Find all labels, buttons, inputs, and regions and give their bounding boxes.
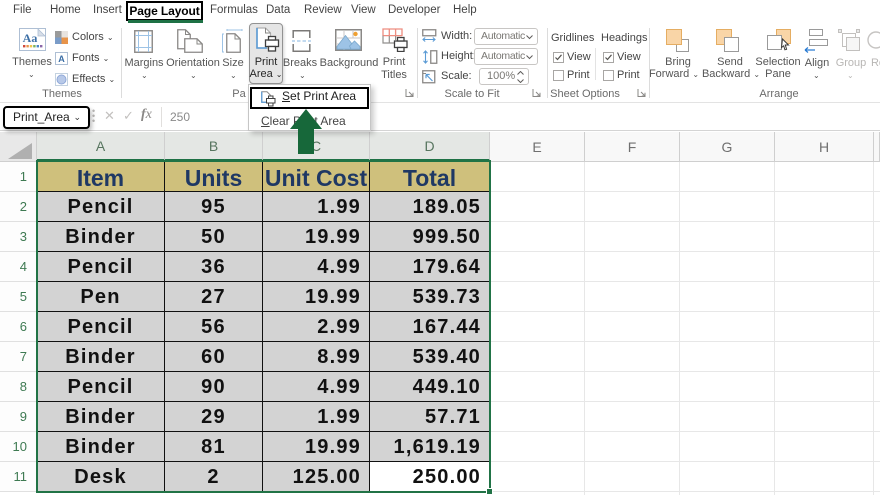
- svg-text:A: A: [58, 54, 65, 64]
- svg-text:Aa: Aa: [23, 31, 38, 45]
